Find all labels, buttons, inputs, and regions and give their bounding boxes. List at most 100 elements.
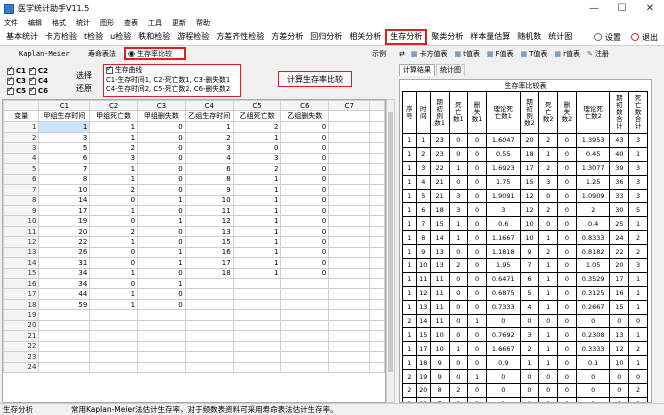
grid-cell[interactable]: 1 xyxy=(89,173,139,186)
grid-cell[interactable] xyxy=(280,340,330,353)
variable-name-cell[interactable]: 乙组死亡数 xyxy=(232,110,282,123)
lookup-tab-5[interactable]: ✎ 注册 xyxy=(587,49,609,59)
grid-cell[interactable] xyxy=(328,184,371,196)
grid-cell[interactable]: 22 xyxy=(38,236,91,248)
grid-cell[interactable] xyxy=(232,298,282,311)
toolbar-item-12[interactable]: 样本量估算 xyxy=(467,29,513,45)
grid-cell[interactable] xyxy=(280,298,330,311)
grid-cell[interactable]: 1 xyxy=(89,288,139,300)
grid-cell[interactable] xyxy=(328,173,371,186)
grid-cell[interactable]: 10 xyxy=(38,184,91,196)
grid-cell[interactable]: 0 xyxy=(137,184,186,196)
grid-cell[interactable] xyxy=(280,319,330,332)
grid-cell[interactable]: 0 xyxy=(137,267,186,280)
toolbar-item-13[interactable]: 随机数 xyxy=(514,29,544,45)
grid-cell[interactable] xyxy=(328,288,371,300)
maximize-button[interactable]: ☐ xyxy=(608,0,636,17)
grid-cell[interactable]: 1 xyxy=(232,173,282,186)
grid-cell[interactable]: 1 xyxy=(89,204,139,217)
minimize-button[interactable]: — xyxy=(580,0,608,17)
row-number[interactable]: 12 xyxy=(3,236,40,248)
grid-cell[interactable]: 0 xyxy=(137,225,186,238)
tab-chart[interactable]: 统计图 xyxy=(436,64,465,76)
grid-cell[interactable]: 0 xyxy=(232,142,282,154)
scrollbar-thumb[interactable] xyxy=(388,112,393,372)
grid-cell[interactable]: 1 xyxy=(89,298,139,311)
grid-cell[interactable]: 0 xyxy=(89,215,139,227)
grid-cell[interactable]: 1 xyxy=(232,204,282,217)
menu-item-5[interactable]: 查表 xyxy=(124,18,138,28)
variable-name-cell[interactable] xyxy=(328,110,371,123)
row-number[interactable]: 24 xyxy=(3,361,40,373)
row-number[interactable]: 20 xyxy=(3,319,40,332)
vertical-scrollbar[interactable] xyxy=(386,99,395,403)
grid-cell[interactable]: 44 xyxy=(38,288,91,300)
row-number[interactable]: 2 xyxy=(3,131,40,144)
row-number[interactable]: 9 xyxy=(3,204,40,217)
row-number[interactable]: 4 xyxy=(3,152,40,165)
row-number[interactable]: 13 xyxy=(3,246,40,259)
menu-item-8[interactable]: 帮助 xyxy=(196,18,210,28)
row-number[interactable]: 14 xyxy=(3,257,40,269)
grid-cell[interactable]: 0 xyxy=(280,173,330,186)
row-number[interactable]: 23 xyxy=(3,351,40,363)
toolbar-item-6[interactable]: 方差齐性检验 xyxy=(213,29,267,45)
toolbar-item-4[interactable]: 秩和检验 xyxy=(135,29,173,45)
column-header[interactable]: C5 xyxy=(232,100,282,112)
grid-cell[interactable] xyxy=(137,351,186,363)
grid-cell[interactable] xyxy=(280,330,330,342)
grid-cell[interactable] xyxy=(328,131,371,144)
grid-cell[interactable] xyxy=(328,142,371,154)
grid-cell[interactable]: 26 xyxy=(38,246,91,259)
grid-cell[interactable]: 2 xyxy=(89,225,139,238)
grid-cell[interactable]: 0 xyxy=(280,236,330,248)
toolbar-item-2[interactable]: t检验 xyxy=(81,29,106,45)
menu-item-3[interactable]: 统计 xyxy=(76,18,90,28)
toolbar-item-14[interactable]: 统计图 xyxy=(545,29,575,45)
grid-cell[interactable]: 1 xyxy=(137,215,186,227)
menu-item-6[interactable]: 工具 xyxy=(148,18,162,28)
row-number[interactable]: 16 xyxy=(3,277,40,290)
close-button[interactable]: ✕ xyxy=(636,0,664,17)
grid-cell[interactable]: 19 xyxy=(38,215,91,227)
grid-cell[interactable]: 0 xyxy=(280,246,330,259)
menu-item-4[interactable]: 图形 xyxy=(100,18,114,28)
row-number[interactable]: 18 xyxy=(3,298,40,311)
column-header[interactable]: C4 xyxy=(184,100,234,112)
grid-cell[interactable] xyxy=(89,319,139,332)
grid-cell[interactable]: 1 xyxy=(89,267,139,280)
row-number[interactable]: 21 xyxy=(3,330,40,342)
grid-cell[interactable]: 0 xyxy=(89,277,139,290)
grid-cell[interactable] xyxy=(184,277,234,290)
grid-cell[interactable]: 0 xyxy=(137,152,186,165)
grid-cell[interactable]: 18 xyxy=(184,267,234,280)
grid-cell[interactable] xyxy=(328,351,371,363)
grid-cell[interactable] xyxy=(280,288,330,300)
grid-cell[interactable]: 5 xyxy=(38,142,91,154)
grid-cell[interactable] xyxy=(328,204,371,217)
grid-cell[interactable] xyxy=(232,288,282,300)
grid-cell[interactable] xyxy=(328,225,371,238)
grid-cell[interactable]: 3 xyxy=(184,142,234,154)
grid-cell[interactable] xyxy=(232,277,282,290)
grid-cell[interactable]: 1 xyxy=(232,215,282,227)
grid-cell[interactable]: 0 xyxy=(280,121,330,133)
grid-cell[interactable] xyxy=(328,163,371,175)
column-header[interactable]: C2 xyxy=(89,100,139,112)
grid-cell[interactable] xyxy=(89,361,139,373)
grid-cell[interactable]: 34 xyxy=(38,267,91,280)
grid-cell[interactable] xyxy=(137,309,186,321)
toolbar-item-10[interactable]: 生存分析 xyxy=(385,28,428,45)
restore-button[interactable]: 还原 xyxy=(76,83,92,94)
grid-cell[interactable] xyxy=(184,351,234,363)
grid-cell[interactable]: 1 xyxy=(137,246,186,259)
grid-cell[interactable] xyxy=(280,277,330,290)
grid-cell[interactable]: 34 xyxy=(38,277,91,290)
swap-icon[interactable]: ⇄ xyxy=(399,50,405,58)
menu-item-2[interactable]: 格式 xyxy=(52,18,66,28)
grid-cell[interactable] xyxy=(328,298,371,311)
method-kaplan-meier[interactable]: Kaplan-Meier xyxy=(19,50,70,58)
grid-cell[interactable] xyxy=(38,309,91,321)
grid-cell[interactable] xyxy=(232,340,282,353)
grid-cell[interactable] xyxy=(89,309,139,321)
